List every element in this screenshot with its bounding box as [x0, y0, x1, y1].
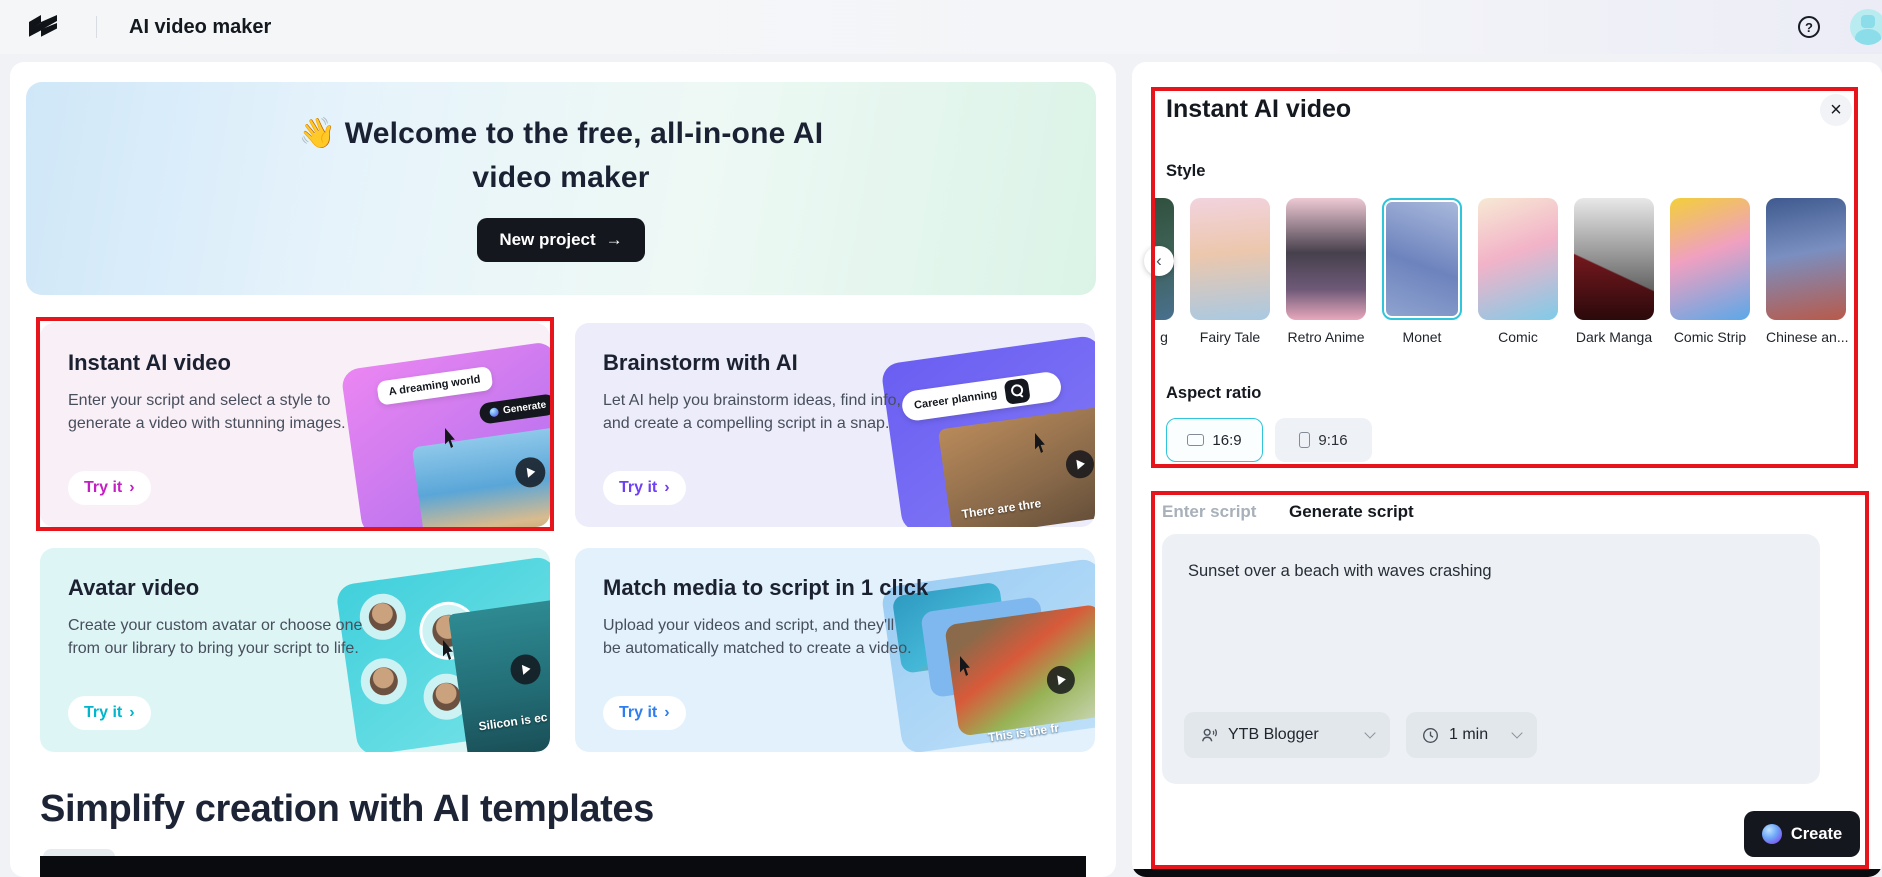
templates-heading: Simplify creation with AI templates: [40, 788, 654, 830]
chevron-down-icon: [1364, 727, 1376, 739]
card-title: Match media to script in 1 click: [603, 575, 929, 600]
duration-dropdown[interactable]: 1 min: [1406, 712, 1537, 758]
card-description: Upload your videos and script, and they'…: [603, 617, 912, 657]
chevron-down-icon: [1511, 727, 1523, 739]
style-thumbnail: [1286, 198, 1366, 320]
try-it-label: Try it: [619, 479, 658, 496]
style-thumbnail: [1574, 198, 1654, 320]
tab-enter-script[interactable]: Enter script: [1162, 502, 1256, 522]
arrow-right-icon: →: [605, 230, 623, 249]
duration-value: 1 min: [1449, 726, 1489, 743]
generate-pill-label: Generate: [502, 399, 547, 417]
card-brainstorm-with-ai[interactable]: Brainstorm with AI Let AI help you brain…: [575, 323, 1095, 527]
portrait-icon: [1299, 432, 1311, 448]
ai-sphere-icon: [1761, 824, 1782, 844]
search-text: Career planning: [913, 388, 999, 412]
card-description: Enter your script and select a style to …: [68, 392, 346, 432]
welcome-heading-line2: video maker: [472, 161, 650, 194]
search-icon: [1003, 377, 1031, 405]
style-thumbnail: [1670, 198, 1750, 320]
main-content-panel: 👋 Welcome to the free, all-in-one AI vid…: [10, 62, 1116, 877]
card-description: Create your custom avatar or choose one …: [68, 617, 363, 657]
voice-icon: [1201, 728, 1217, 742]
new-project-label: New project: [499, 230, 596, 249]
voice-style-dropdown[interactable]: YTB Blogger: [1184, 712, 1390, 758]
card-instant-ai-video[interactable]: Instant AI video Enter your script and s…: [40, 323, 550, 527]
style-thumbnail: [1190, 198, 1270, 320]
new-project-button[interactable]: New project →: [477, 218, 645, 262]
try-it-button-brainstorm[interactable]: Try it ›: [603, 471, 686, 505]
style-label: Comic: [1498, 329, 1538, 345]
style-label: Monet: [1402, 329, 1442, 345]
card-title: Brainstorm with AI: [603, 350, 798, 375]
template-strip: [40, 856, 1086, 877]
try-it-button-match-media[interactable]: Try it ›: [603, 696, 686, 730]
create-button-label: Create: [1790, 824, 1843, 843]
page-title: AI video maker: [129, 15, 272, 38]
aspect-label-9-16: 9:16: [1318, 431, 1348, 449]
style-label: Dark Manga: [1575, 329, 1653, 345]
card-title: Avatar video: [68, 575, 200, 600]
chevron-right-icon: ›: [129, 479, 135, 496]
try-it-label: Try it: [84, 704, 123, 721]
user-avatar[interactable]: [1850, 9, 1882, 45]
card-match-media[interactable]: Match media to script in 1 click Upload …: [575, 548, 1095, 752]
avatar-option: [357, 655, 410, 708]
style-option-fairy-tale[interactable]: Fairy Tale: [1190, 198, 1270, 345]
aspect-option-9-16[interactable]: 9:16: [1275, 418, 1372, 462]
card-title: Instant AI video: [68, 350, 231, 375]
capcut-logo-icon[interactable]: [26, 12, 62, 42]
topbar-divider: [96, 16, 97, 38]
style-section-label: Style: [1166, 162, 1206, 180]
panel-title: Instant AI video: [1166, 95, 1352, 123]
media-thumbnail-front: [944, 603, 1095, 737]
close-icon[interactable]: ×: [1820, 94, 1852, 126]
template-strip: [1132, 869, 1882, 877]
style-option-retro-anime[interactable]: Retro Anime: [1286, 198, 1366, 345]
welcome-heading-line1: 👋 Welcome to the free, all-in-one AI: [298, 117, 824, 150]
style-thumbnail: [1766, 198, 1846, 320]
style-scroll-left-icon[interactable]: ‹: [1144, 246, 1174, 276]
instant-ai-video-panel: Instant AI video × Style g Fairy Tale Re…: [1132, 62, 1882, 877]
top-bar: AI video maker ?: [0, 0, 1882, 54]
style-option-chinese[interactable]: Chinese an...: [1766, 198, 1849, 345]
try-it-button-avatar[interactable]: Try it ›: [68, 696, 151, 730]
style-label: Retro Anime: [1287, 329, 1365, 345]
script-text[interactable]: Sunset over a beach with waves crashing: [1162, 534, 1820, 583]
welcome-banner: 👋 Welcome to the free, all-in-one AI vid…: [26, 82, 1096, 295]
voice-style-value: YTB Blogger: [1228, 726, 1319, 743]
card-avatar-video[interactable]: Avatar video Create your custom avatar o…: [40, 548, 550, 752]
tab-generate-script[interactable]: Generate script: [1289, 502, 1414, 522]
aspect-label-16-9: 16:9: [1212, 431, 1242, 449]
try-it-button-instant[interactable]: Try it ›: [68, 471, 151, 505]
style-label: Fairy Tale: [1199, 329, 1261, 345]
landscape-icon: [1187, 434, 1205, 446]
style-option-monet-selected[interactable]: Monet: [1382, 198, 1462, 345]
style-option-comic[interactable]: Comic: [1478, 198, 1558, 345]
generate-pill: Generate: [477, 393, 550, 425]
chevron-right-icon: ›: [664, 479, 670, 496]
chevron-right-icon: ›: [664, 704, 670, 721]
clock-icon: [1423, 727, 1438, 743]
style-option-comic-strip[interactable]: Comic Strip: [1670, 198, 1750, 345]
style-label: g: [1160, 329, 1168, 345]
style-option-dark-manga[interactable]: Dark Manga: [1574, 198, 1654, 345]
chevron-right-icon: ›: [129, 704, 135, 721]
aspect-ratio-label: Aspect ratio: [1166, 384, 1262, 402]
ai-sphere-icon: [488, 407, 499, 418]
try-it-label: Try it: [84, 479, 123, 496]
script-input-area[interactable]: Sunset over a beach with waves crashing …: [1162, 534, 1820, 784]
style-label: Chinese an...: [1766, 329, 1849, 345]
style-label: Comic Strip: [1673, 329, 1747, 345]
aspect-option-16-9[interactable]: 16:9: [1166, 418, 1263, 462]
help-icon[interactable]: ?: [1798, 16, 1820, 38]
style-thumbnail: [1478, 198, 1558, 320]
try-it-label: Try it: [619, 704, 658, 721]
card-description: Let AI help you brainstorm ideas, find i…: [603, 392, 901, 432]
create-button[interactable]: Create: [1744, 811, 1860, 857]
welcome-heading: 👋 Welcome to the free, all-in-one AI vid…: [26, 82, 1096, 200]
style-thumbnail: [1382, 198, 1462, 320]
